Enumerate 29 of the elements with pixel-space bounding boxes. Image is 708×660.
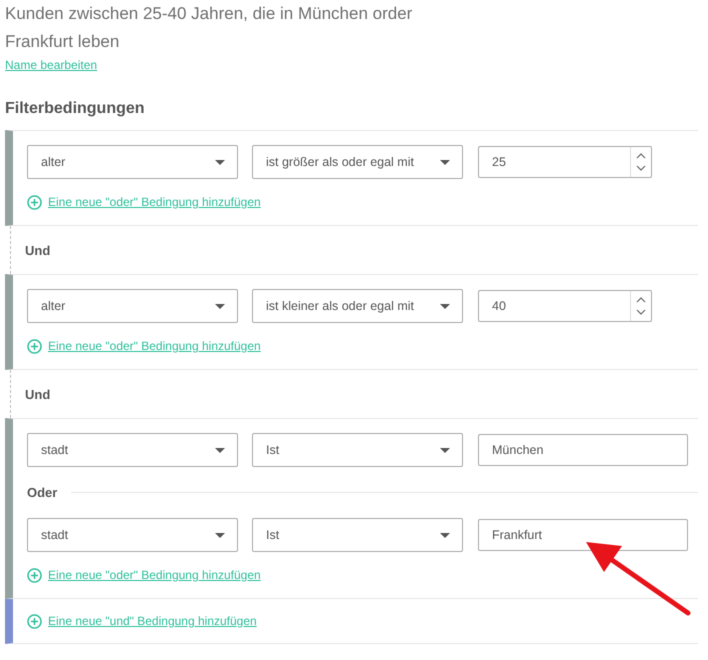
or-label: Oder (27, 485, 58, 500)
operator-dropdown[interactable]: Ist (252, 433, 463, 467)
field-dropdown[interactable]: stadt (27, 518, 238, 552)
section-heading: Filterbedingungen (5, 99, 146, 119)
field-dropdown[interactable]: stadt (27, 433, 238, 467)
caret-icon (440, 448, 450, 452)
add-icon[interactable] (27, 614, 42, 628)
caret-icon (215, 304, 225, 308)
operator-dropdown[interactable]: Ist (252, 518, 463, 552)
add-icon[interactable] (27, 568, 42, 582)
number-field[interactable]: 25 (478, 146, 652, 178)
add-icon[interactable] (27, 338, 42, 354)
operator-dropdown[interactable]: ist größer als oder egal mit (252, 145, 463, 179)
caret-icon (440, 304, 450, 308)
segment-title: Kunden zwischen 25-40 Jahren, die in München order Frankfurt leben (5, 3, 414, 53)
caret-icon (440, 160, 450, 164)
value-field[interactable]: Frankfurt (478, 519, 688, 551)
number-field[interactable]: 40 (478, 290, 652, 322)
caret-icon (440, 532, 450, 538)
field-dropdown[interactable]: alter (27, 289, 238, 323)
operator-dropdown[interactable]: ist kleiner als oder egal mit (252, 289, 463, 323)
value-field[interactable]: München (478, 434, 688, 466)
caret-icon (215, 448, 225, 452)
and-label: Und (25, 386, 50, 402)
and-label: Und (25, 242, 50, 258)
add-icon[interactable] (27, 194, 42, 210)
field-dropdown[interactable]: alter (27, 145, 238, 179)
caret-icon (215, 160, 225, 164)
caret-icon (215, 532, 225, 538)
